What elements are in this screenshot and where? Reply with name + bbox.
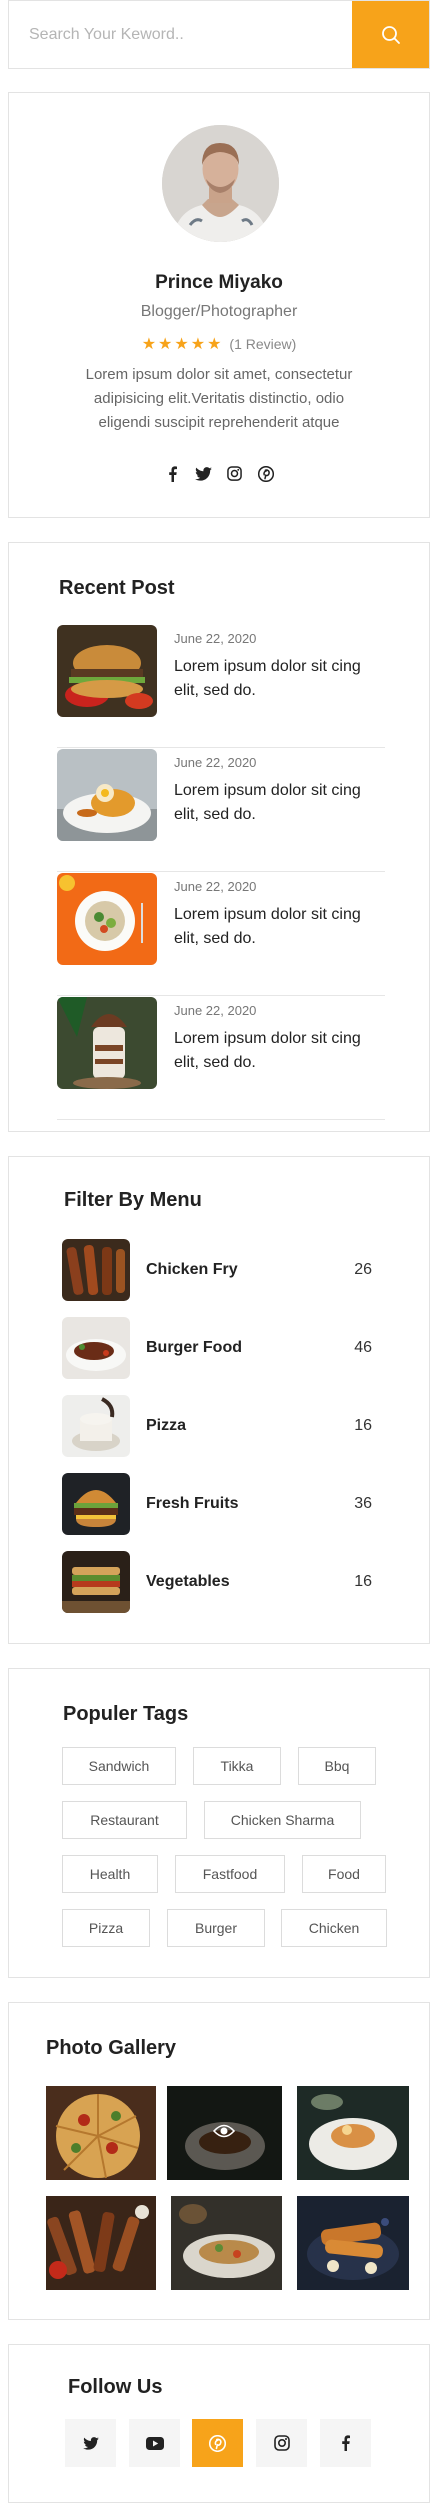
- instagram-icon[interactable]: [226, 465, 243, 482]
- menu-item-count: 46: [354, 1339, 372, 1356]
- tag-bbq[interactable]: Bbq: [298, 1747, 376, 1785]
- menu-item-name: Chicken Fry: [146, 1261, 238, 1278]
- tag-health[interactable]: Health: [62, 1855, 158, 1893]
- menu-item-burger-food[interactable]: Burger Food 46: [62, 1317, 372, 1379]
- post-date: June 22, 2020: [174, 1003, 257, 1018]
- facebook-icon: [341, 2435, 350, 2451]
- search-icon: [381, 25, 401, 45]
- recent-posts-title: Recent Post: [59, 577, 175, 599]
- menu-item-chicken-fry[interactable]: Chicken Fry 26: [62, 1239, 372, 1301]
- gallery-image[interactable]: [46, 2196, 156, 2290]
- gallery-image[interactable]: [171, 2196, 282, 2290]
- menu-item-count: 16: [354, 1417, 372, 1434]
- menu-item-name: Pizza: [146, 1417, 187, 1434]
- profile-role: Blogger/Photographer: [140, 303, 298, 320]
- pinterest-icon[interactable]: [257, 465, 274, 482]
- follow-youtube-button[interactable]: [129, 2419, 180, 2467]
- rating: ★★★★★ (1 Review): [9, 334, 429, 354]
- post-date: June 22, 2020: [174, 879, 257, 894]
- post-date: June 22, 2020: [174, 631, 257, 646]
- post-title[interactable]: Lorem ipsum dolor sit cing elit, sed do.: [174, 655, 379, 703]
- gallery-image[interactable]: [297, 2196, 409, 2290]
- tag-food[interactable]: Food: [302, 1855, 386, 1893]
- menu-item-thumbnail: [62, 1395, 130, 1457]
- popular-tags-title: Populer Tags: [63, 1703, 189, 1725]
- profile-socials: [9, 465, 429, 482]
- post-title[interactable]: Lorem ipsum dolor sit cing elit, sed do.: [174, 1027, 379, 1075]
- tag-restaurant[interactable]: Restaurant: [62, 1801, 187, 1839]
- post-thumbnail[interactable]: [57, 625, 157, 717]
- facebook-icon[interactable]: [164, 465, 181, 482]
- post-thumbnail[interactable]: [57, 997, 157, 1089]
- instagram-icon: [273, 2435, 290, 2451]
- review-count: (1 Review): [229, 336, 297, 352]
- menu-item-vegetables[interactable]: Vegetables 16: [62, 1551, 372, 1613]
- popular-tags-card: Populer Tags Sandwich Tikka Bbq Restaura…: [8, 1668, 430, 1978]
- search-input[interactable]: Search Your Keword..: [9, 1, 352, 68]
- menu-item-fresh-fruits[interactable]: Fresh Fruits 36: [62, 1473, 372, 1535]
- star-rating: ★★★★★: [141, 336, 224, 353]
- list-item[interactable]: June 22, 2020 Lorem ipsum dolor sit cing…: [57, 625, 385, 748]
- menu-item-count: 36: [354, 1495, 372, 1512]
- menu-item-count: 16: [354, 1573, 372, 1590]
- recent-posts-card: Recent Post June 22, 2020 Lorem ipsum do…: [8, 542, 430, 1132]
- menu-item-thumbnail: [62, 1551, 130, 1613]
- profile-name: Prince Miyako: [155, 272, 283, 293]
- list-item[interactable]: June 22, 2020 Lorem ipsum dolor sit cing…: [57, 749, 385, 872]
- post-title[interactable]: Lorem ipsum dolor sit cing elit, sed do.: [174, 903, 379, 951]
- menu-item-thumbnail: [62, 1239, 130, 1301]
- tag-chicken[interactable]: Chicken: [281, 1909, 387, 1947]
- post-date: June 22, 2020: [174, 755, 257, 770]
- profile-bio: Lorem ipsum dolor sit amet, consectetur …: [85, 366, 353, 431]
- twitter-icon[interactable]: [195, 465, 212, 482]
- gallery-image[interactable]: [46, 2086, 156, 2180]
- tag-sandwich[interactable]: Sandwich: [62, 1747, 176, 1785]
- tag-pizza[interactable]: Pizza: [62, 1909, 150, 1947]
- twitter-icon: [82, 2436, 99, 2450]
- tag-fastfood[interactable]: Fastfood: [175, 1855, 285, 1893]
- menu-item-name: Vegetables: [146, 1573, 230, 1590]
- gallery-image[interactable]: [297, 2086, 409, 2180]
- menu-item-thumbnail: [62, 1473, 130, 1535]
- post-thumbnail[interactable]: [57, 873, 157, 965]
- follow-facebook-button[interactable]: [320, 2419, 371, 2467]
- menu-item-thumbnail: [62, 1317, 130, 1379]
- profile-card: Prince Miyako Blogger/Photographer ★★★★★…: [8, 92, 430, 518]
- follow-pinterest-button[interactable]: [192, 2419, 243, 2467]
- menu-item-count: 26: [354, 1261, 372, 1278]
- follow-us-title: Follow Us: [68, 2376, 163, 2398]
- search-button[interactable]: [352, 1, 429, 68]
- menu-item-name: Fresh Fruits: [146, 1495, 239, 1512]
- youtube-icon: [145, 2436, 164, 2450]
- photo-gallery-card: Photo Gallery: [8, 2002, 430, 2320]
- menu-item-name: Burger Food: [146, 1339, 242, 1356]
- follow-twitter-button[interactable]: [65, 2419, 116, 2467]
- photo-gallery-title: Photo Gallery: [46, 2037, 177, 2059]
- post-title[interactable]: Lorem ipsum dolor sit cing elit, sed do.: [174, 779, 379, 827]
- tag-chicken-sharma[interactable]: Chicken Sharma: [204, 1801, 361, 1839]
- gallery-image[interactable]: [167, 2086, 282, 2180]
- avatar: [162, 125, 279, 242]
- filter-menu-card: Filter By Menu Chicken Fry 26 Burger Foo…: [8, 1156, 430, 1644]
- tag-tikka[interactable]: Tikka: [193, 1747, 281, 1785]
- follow-instagram-button[interactable]: [256, 2419, 307, 2467]
- pinterest-icon: [209, 2434, 226, 2452]
- post-thumbnail[interactable]: [57, 749, 157, 841]
- tag-burger[interactable]: Burger: [167, 1909, 265, 1947]
- filter-menu-title: Filter By Menu: [64, 1189, 202, 1211]
- search-bar: Search Your Keword..: [8, 0, 430, 69]
- list-item[interactable]: June 22, 2020 Lorem ipsum dolor sit cing…: [57, 997, 385, 1120]
- eye-icon[interactable]: [213, 2123, 235, 2139]
- menu-item-pizza[interactable]: Pizza 16: [62, 1395, 372, 1457]
- list-item[interactable]: June 22, 2020 Lorem ipsum dolor sit cing…: [57, 873, 385, 996]
